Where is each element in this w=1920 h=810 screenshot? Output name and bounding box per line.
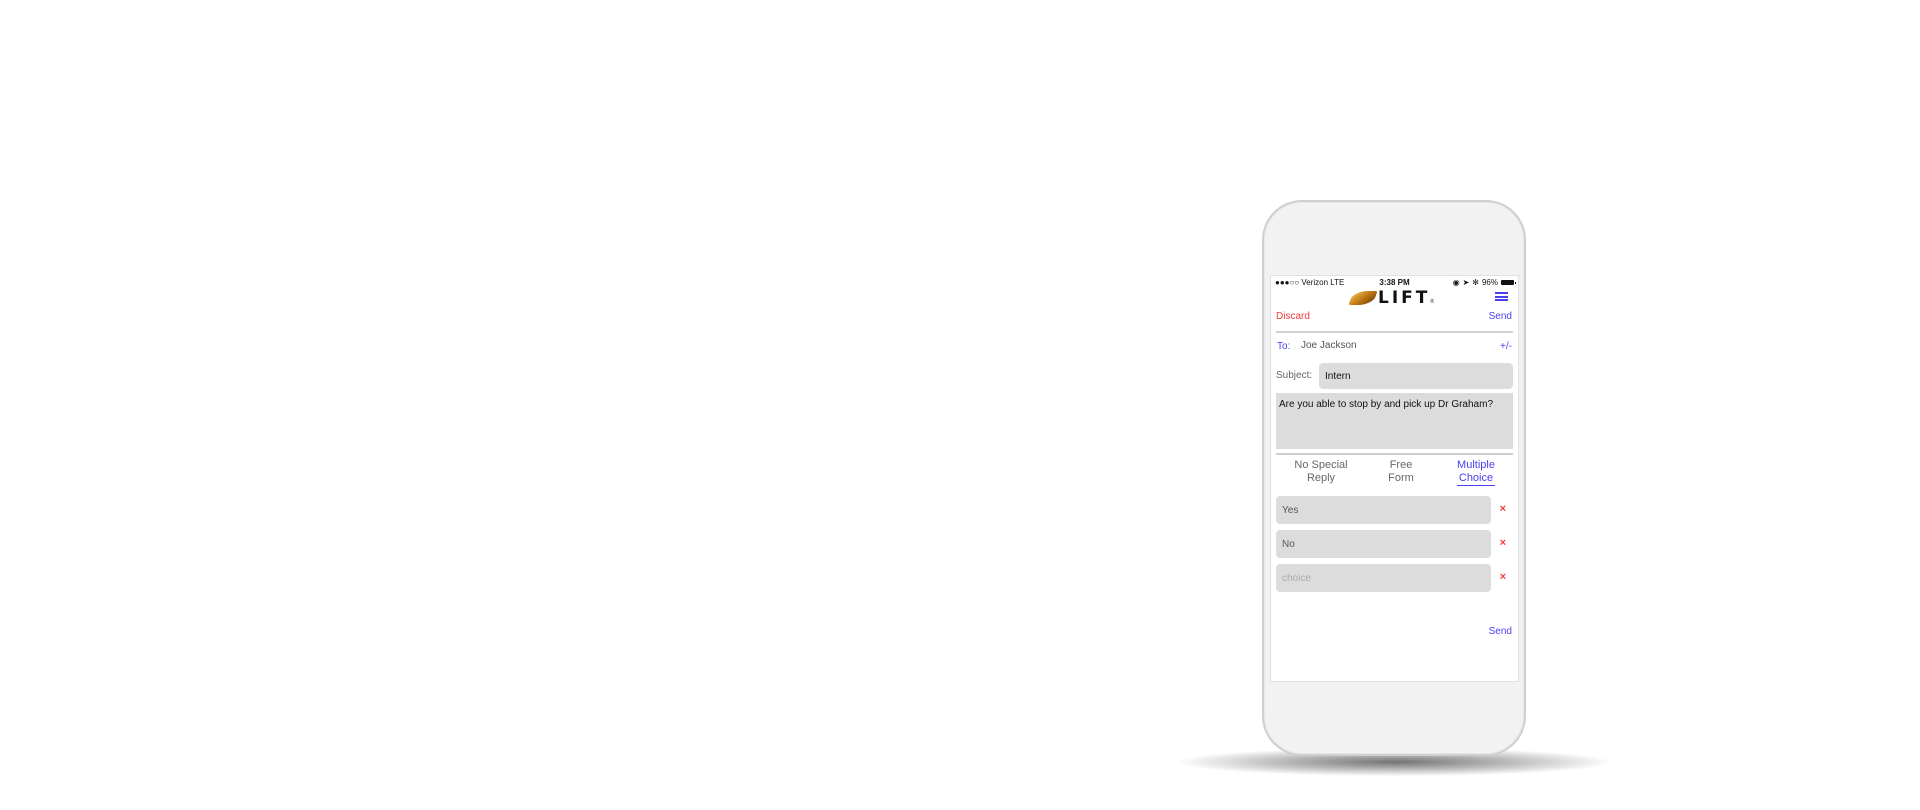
tab-label: No Special [1294, 459, 1348, 471]
subject-row: Subject: [1276, 363, 1513, 389]
tab-label: Form [1388, 472, 1414, 484]
choice-input[interactable] [1276, 530, 1491, 558]
discard-button[interactable]: Discard [1276, 311, 1310, 322]
tab-no-special-reply[interactable]: No Special Reply [1284, 459, 1358, 485]
battery-percent: 96% [1481, 278, 1498, 287]
to-label: To: [1277, 341, 1291, 352]
bluetooth-icon: ✻ [1472, 278, 1479, 287]
tab-label: Reply [1306, 472, 1336, 484]
subject-input[interactable] [1319, 363, 1513, 389]
remove-choice-icon[interactable]: × [1500, 503, 1506, 515]
choice-input[interactable] [1276, 564, 1491, 592]
hamburger-menu-icon[interactable] [1495, 292, 1508, 301]
send-button-top[interactable]: Send [1489, 311, 1512, 322]
app-logo: LIFT ® [1348, 288, 1435, 308]
location-icon: ➤ [1462, 278, 1470, 287]
to-recipient[interactable]: Joe Jackson [1301, 340, 1357, 351]
divider [1276, 453, 1513, 455]
message-body-input[interactable]: Are you able to stop by and pick up Dr G… [1276, 393, 1513, 449]
status-bar: ●●●○○ Verizon LTE 3:38 PM ◉ ➤ ✻ 96% [1271, 276, 1518, 288]
edit-recipients-button[interactable]: +/- [1500, 341, 1512, 352]
battery-icon [1501, 280, 1516, 285]
compose-toolbar: Discard Send [1271, 311, 1518, 329]
subject-label: Subject: [1276, 370, 1313, 381]
reply-type-tabs: No Special Reply Free Form Multiple Choice [1276, 459, 1513, 491]
remove-choice-icon[interactable]: × [1500, 571, 1506, 583]
to-row: To: Joe Jackson +/- [1276, 338, 1512, 354]
status-right: ◉ ➤ ✻ 96% [1452, 278, 1516, 287]
tab-label: Free [1389, 459, 1413, 471]
send-button-bottom[interactable]: Send [1489, 626, 1512, 637]
phone-screen: ●●●○○ Verizon LTE 3:38 PM ◉ ➤ ✻ 96% LIFT… [1270, 275, 1519, 682]
wing-logo-icon [1348, 291, 1378, 305]
choice-input[interactable] [1276, 496, 1491, 524]
tab-free-form[interactable]: Free Form [1376, 459, 1426, 485]
tab-label: Multiple [1457, 459, 1495, 471]
tab-multiple-choice[interactable]: Multiple Choice [1451, 459, 1501, 486]
divider [1276, 331, 1513, 333]
remove-choice-icon[interactable]: × [1500, 537, 1506, 549]
tab-label: Choice [1458, 472, 1494, 484]
orientation-lock-icon: ◉ [1452, 278, 1460, 287]
logo-registered: ® [1430, 299, 1435, 305]
logo-text: LIFT [1378, 288, 1431, 308]
